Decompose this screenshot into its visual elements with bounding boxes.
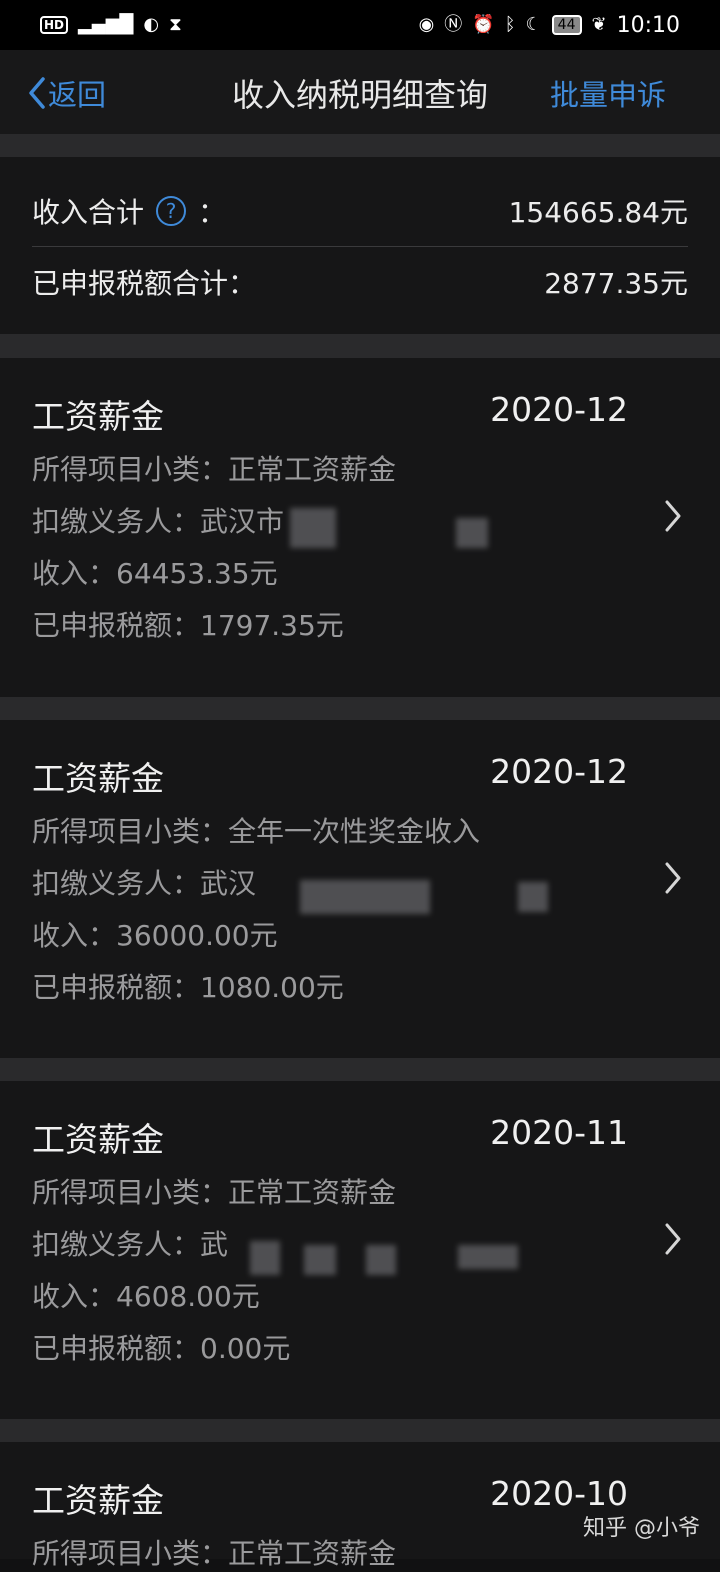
record-card[interactable]: 工资薪金 2020-12 所得项目小类：正常工资薪金 扣缴义务人：武汉市 收入：…	[0, 358, 720, 697]
record-withholder: 扣缴义务人：武	[32, 1228, 229, 1261]
battery-icon: 44	[551, 15, 582, 35]
record-date: 2020-11	[490, 1113, 628, 1152]
back-button[interactable]: 返回	[26, 72, 106, 114]
leaf-icon: ❦	[591, 14, 607, 35]
record-card[interactable]: 工资薪金 2020-12 所得项目小类：全年一次性奖金收入 扣缴义务人：武汉 收…	[0, 720, 720, 1058]
redaction-blur	[458, 1245, 518, 1269]
record-tax: 已申报税额：1080.00元	[32, 971, 344, 1004]
record-category: 工资薪金	[32, 1120, 164, 1159]
record-subtype: 所得项目小类：正常工资薪金	[32, 1537, 397, 1570]
batch-appeal-button[interactable]: 批量申诉	[550, 72, 666, 114]
chevron-left-icon	[29, 77, 45, 109]
back-label: 返回	[48, 78, 107, 112]
record-income: 收入：36000.00元	[32, 919, 278, 952]
redaction-blur	[456, 518, 488, 548]
redaction-blur	[290, 508, 336, 548]
redaction-blur	[250, 1241, 280, 1275]
summary-panel: 收入合计 ? ： 154665.84元 已申报税额合计： 2877.35元	[0, 157, 720, 334]
record-date: 2020-12	[490, 390, 628, 429]
record-withholder: 扣缴义务人：武汉	[32, 867, 257, 900]
watermark: 知乎 @小爷	[583, 1516, 700, 1541]
nfc-icon: Ⓝ	[444, 14, 463, 35]
section-gap	[0, 134, 720, 157]
help-icon[interactable]: ?	[156, 196, 187, 226]
eye-icon: ◉	[418, 14, 435, 35]
tax-total-label: 已申报税额合计：	[32, 267, 257, 300]
section-gap	[0, 1419, 720, 1442]
record-category: 工资薪金	[32, 1481, 164, 1520]
chevron-right-icon	[665, 500, 681, 532]
record-withholder: 扣缴义务人：武汉市	[32, 505, 285, 538]
record-income: 收入：64453.35元	[32, 557, 278, 590]
record-income: 收入：4608.00元	[32, 1280, 260, 1313]
section-gap	[0, 697, 720, 720]
record-tax: 已申报税额：1797.35元	[32, 609, 344, 642]
status-bar: HD ▂▄▆█ ◐ ⧗ ◉ Ⓝ ⏰ ᛒ ☾ 44 ❦ 10:10	[0, 0, 720, 50]
section-gap	[0, 1058, 720, 1081]
record-tax: 已申报税额：0.00元	[32, 1332, 291, 1365]
record-card[interactable]: 工资薪金 2020-11 所得项目小类：正常工资薪金 扣缴义务人：武 收入：46…	[0, 1081, 720, 1419]
redaction-blur	[518, 882, 548, 912]
signal-icon: ▂▄▆█	[78, 14, 134, 35]
income-total-value: 154665.84元	[508, 196, 688, 229]
redaction-blur	[304, 1245, 336, 1275]
record-subtype: 所得项目小类：正常工资薪金	[32, 453, 397, 486]
moon-icon: ☾	[525, 14, 542, 35]
record-date: 2020-10	[490, 1474, 628, 1513]
record-subtype: 所得项目小类：正常工资薪金	[32, 1176, 397, 1209]
record-category: 工资薪金	[32, 397, 164, 436]
income-total-row: 收入合计 ? ： 154665.84元	[32, 176, 688, 246]
chevron-right-icon	[665, 1223, 681, 1255]
clock: 10:10	[616, 12, 680, 38]
redaction-blur	[300, 880, 430, 914]
hd-icon: HD	[40, 16, 69, 34]
bluetooth-icon: ᛒ	[504, 14, 516, 35]
tax-total-value: 2877.35元	[544, 267, 688, 300]
data-saver-icon: ◐	[143, 14, 160, 35]
nav-bar: 返回 收入纳税明细查询 批量申诉	[0, 50, 720, 134]
income-total-label: 收入合计	[32, 196, 145, 229]
alarm-icon: ⏰	[472, 14, 495, 35]
redaction-blur	[366, 1245, 396, 1275]
record-subtype: 所得项目小类：全年一次性奖金收入	[32, 815, 481, 848]
section-gap	[0, 334, 720, 358]
income-total-colon: ：	[198, 196, 227, 229]
record-date: 2020-12	[490, 752, 628, 791]
tax-total-row: 已申报税额合计： 2877.35元	[32, 247, 688, 317]
hourglass-icon: ⧗	[169, 14, 182, 35]
chevron-right-icon	[665, 862, 681, 894]
record-category: 工资薪金	[32, 759, 164, 798]
